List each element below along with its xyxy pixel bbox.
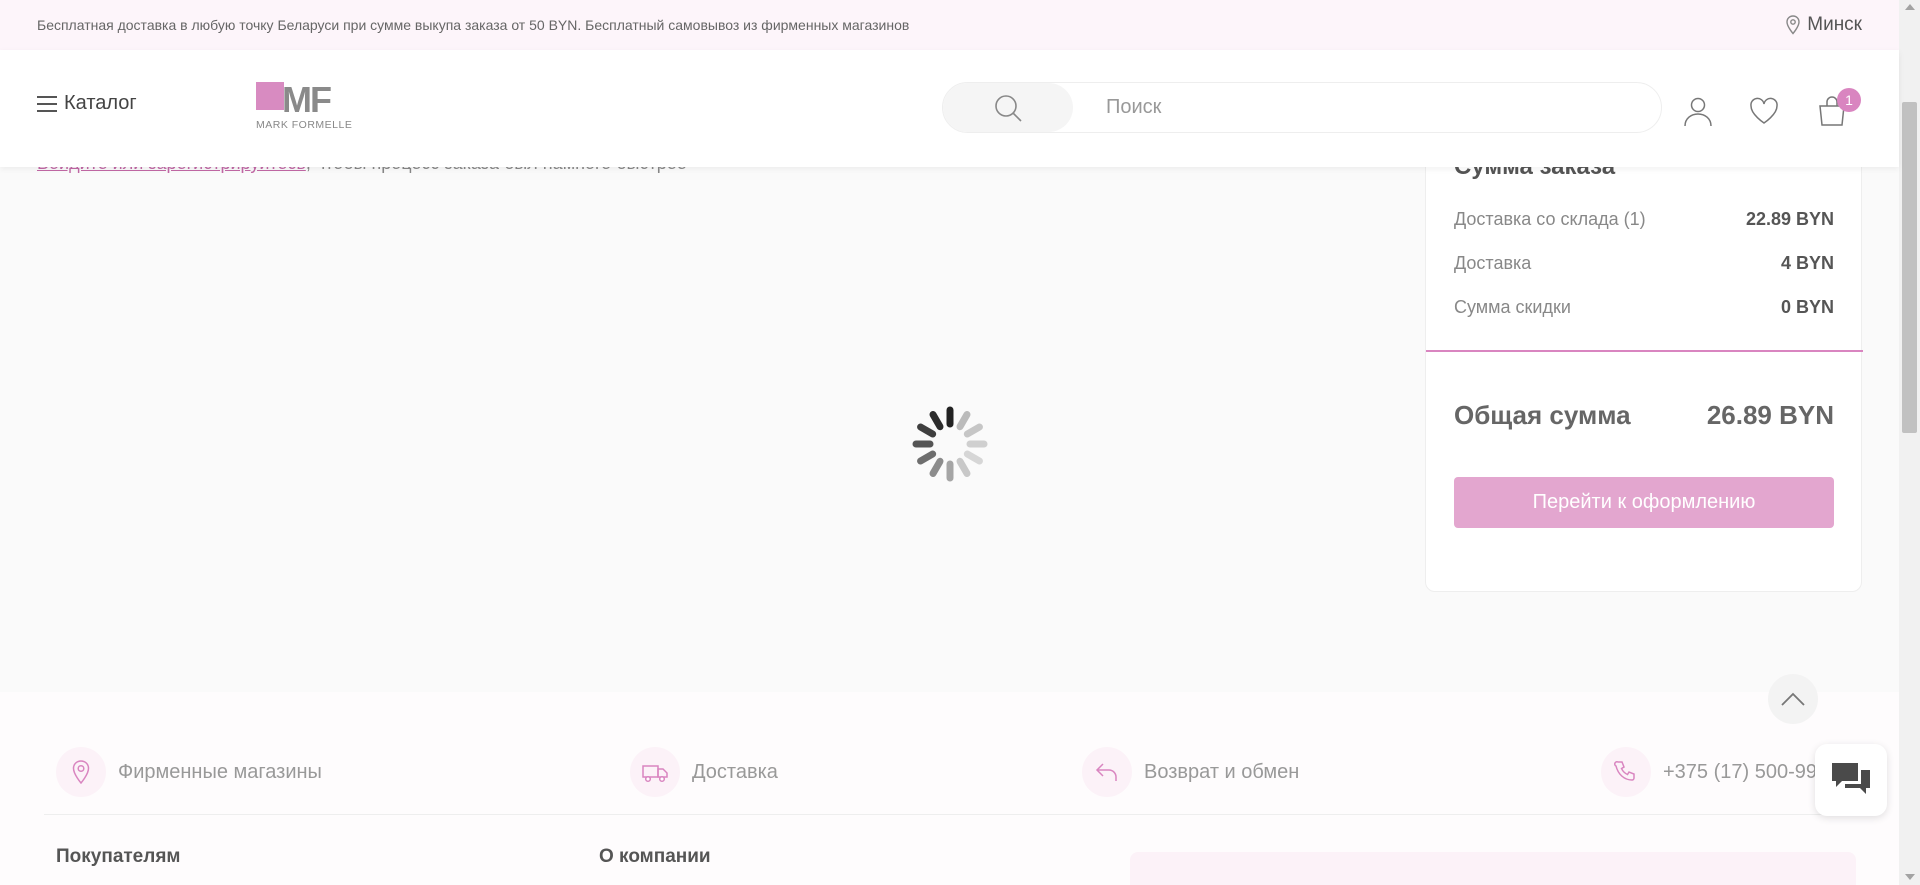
location-pin-icon <box>1786 15 1800 35</box>
summary-row-value: 0 BYN <box>1780 297 1834 317</box>
summary-row-value: 22.89 BYN <box>1745 209 1834 229</box>
chat-bubbles-icon <box>1832 763 1870 794</box>
checkout-button[interactable]: Перейти к оформлению <box>1454 477 1834 528</box>
summary-row-label: Доставка со склада (1) <box>1454 209 1646 229</box>
footer-link-returns[interactable]: Возврат и обмен <box>1082 747 1299 797</box>
catalog-label: Каталог <box>64 92 137 114</box>
logo-subtitle: MARK FORMELLE <box>256 119 352 130</box>
cart-count-badge: 1 <box>1837 88 1861 112</box>
footer-column-title-company: О компании <box>599 846 711 867</box>
footer-column-title-buyers: Покупателям <box>56 846 181 867</box>
user-icon <box>1684 97 1712 127</box>
wishlist-button[interactable] <box>1747 94 1781 128</box>
search-button[interactable] <box>943 83 1073 132</box>
footer-item-label: Возврат и обмен <box>1144 760 1300 783</box>
total-label: Общая сумма <box>1454 400 1631 430</box>
order-summary: Сумма заказа Доставка со склада (1) 22.8… <box>1425 120 1863 592</box>
footer-divider <box>44 814 1862 815</box>
loading-spinner-icon <box>912 406 988 482</box>
scroll-up-arrow-icon[interactable] <box>1905 4 1915 10</box>
summary-row: Сумма скидки 0 BYN <box>1454 297 1834 318</box>
truck-icon <box>630 747 680 797</box>
page: Бесплатная доставка в любую точку Белару… <box>0 0 1920 885</box>
location-pin-icon <box>56 747 106 797</box>
header: Каталог MF MARK FORMELLE <box>0 50 1899 167</box>
summary-row: Доставка со склада (1) 22.89 BYN <box>1454 209 1834 230</box>
promo-bar: Бесплатная доставка в любую точку Белару… <box>0 0 1899 50</box>
footer-link-stores[interactable]: Фирменные магазины <box>56 747 322 797</box>
city-selector[interactable]: Минск <box>1785 14 1862 36</box>
total-value: 26.89 BYN <box>1706 400 1834 430</box>
page-scrollbar[interactable] <box>1899 0 1920 885</box>
return-arrow-icon <box>1082 747 1132 797</box>
total-row: Общая сумма 26.89 BYN <box>1454 400 1834 431</box>
promo-text: Бесплатная доставка в любую точку Белару… <box>37 17 910 33</box>
phone-icon <box>1601 747 1651 797</box>
footer-link-phone[interactable]: +375 (17) 500-99 <box>1601 747 1817 797</box>
footer-subscribe-panel <box>1130 852 1856 885</box>
catalog-button[interactable]: Каталог <box>37 92 137 115</box>
logo[interactable]: MF MARK FORMELLE <box>256 82 378 130</box>
footer-item-label: Фирменные магазины <box>118 760 322 783</box>
account-button[interactable] <box>1681 94 1715 128</box>
footer-item-label: +375 (17) 500-99 <box>1663 760 1818 783</box>
summary-row-label: Доставка <box>1454 253 1532 273</box>
summary-row-label: Сумма скидки <box>1454 297 1571 317</box>
chat-button[interactable] <box>1815 744 1887 816</box>
summary-row-value: 4 BYN <box>1780 253 1834 273</box>
scroll-down-arrow-icon[interactable] <box>1905 874 1915 880</box>
summary-row: Доставка 4 BYN <box>1454 253 1834 274</box>
city-name: Минск <box>1807 14 1862 35</box>
footer-item-label: Доставка <box>692 760 778 783</box>
footer-link-delivery[interactable]: Доставка <box>630 747 778 797</box>
logo-letters: MF <box>282 82 331 120</box>
scroll-to-top-button[interactable] <box>1768 674 1818 724</box>
chevron-up-icon <box>1781 692 1805 706</box>
search-icon <box>995 94 1022 122</box>
scrollbar-thumb[interactable] <box>1902 102 1917 433</box>
search-bar <box>942 82 1662 133</box>
summary-divider <box>1426 350 1863 352</box>
heart-icon <box>1750 97 1778 124</box>
menu-icon <box>37 95 57 112</box>
search-input[interactable] <box>1106 96 1606 119</box>
